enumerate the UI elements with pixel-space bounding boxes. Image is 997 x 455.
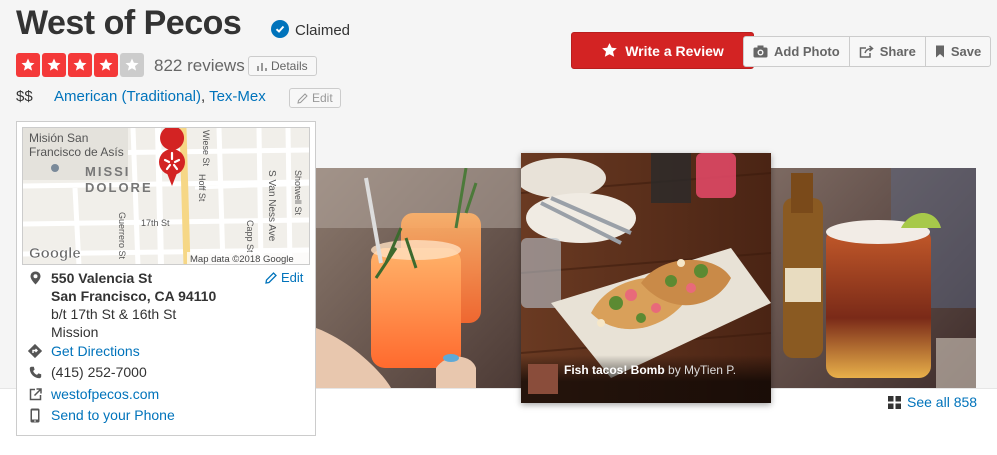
map-attribution: Map data ©2018 Google — [190, 254, 294, 265]
write-review-button[interactable]: Write a Review — [571, 32, 754, 69]
share-button[interactable]: Share — [850, 37, 926, 66]
map-label: DOLORE — [85, 180, 153, 195]
bookmark-icon — [935, 45, 944, 58]
write-review-label: Write a Review — [625, 42, 724, 59]
star-icon — [42, 53, 66, 77]
share-icon — [859, 45, 874, 58]
pencil-icon — [297, 92, 308, 104]
action-button-group: Add Photo Share Save — [743, 36, 992, 67]
star-icon — [68, 53, 92, 77]
grid-icon — [888, 395, 901, 409]
map-marker-icon — [27, 271, 43, 285]
directions-icon — [27, 344, 43, 358]
map-label: MISSI — [85, 164, 130, 179]
caption-text: Fish tacos! Bomb by MyTien P. — [564, 363, 736, 377]
website-link[interactable]: westofpecos.com — [51, 386, 159, 402]
camera-icon — [753, 45, 768, 58]
edit-label: Edit — [312, 91, 333, 105]
star-empty-icon — [120, 53, 144, 77]
save-label: Save — [950, 44, 982, 59]
phone-row: (415) 252-7000 — [27, 364, 147, 380]
photo-cocktails[interactable] — [316, 168, 521, 388]
phone-number: (415) 252-7000 — [51, 364, 147, 380]
map-label: Hoff St — [197, 174, 207, 202]
save-button[interactable]: Save — [926, 37, 990, 66]
photo-fish-tacos[interactable]: Fish tacos! Bomb by MyTien P. — [521, 153, 771, 403]
star-rating — [16, 53, 144, 77]
map-label: 17th St — [141, 218, 170, 228]
pencil-icon — [265, 271, 277, 284]
map-label: S Van Ness Ave — [266, 170, 277, 242]
review-count[interactable]: 822 reviews — [154, 56, 245, 76]
edit-label: Edit — [281, 270, 304, 285]
photo-caption: Fish tacos! Bomb by MyTien P. — [521, 355, 771, 403]
address-line2: San Francisco, CA 94110 — [51, 288, 217, 304]
star-icon — [16, 53, 40, 77]
user-avatar[interactable] — [528, 364, 558, 394]
external-link-icon — [27, 387, 43, 401]
map-label: Misión San — [29, 131, 88, 145]
send-to-phone-row[interactable]: Send to your Phone — [27, 407, 175, 423]
address-line1: 550 Valencia St — [51, 270, 153, 286]
add-photo-label: Add Photo — [774, 44, 840, 59]
business-name: West of Pecos — [16, 4, 242, 42]
share-label: Share — [879, 44, 916, 59]
star-icon — [94, 53, 118, 77]
verified-check-icon — [271, 20, 289, 38]
edit-categories-button[interactable]: Edit — [289, 88, 341, 108]
cross-streets: b/t 17th St & 16th St — [51, 306, 177, 322]
see-all-label: See all 858 — [907, 394, 978, 410]
map-label: Shotwell St — [293, 170, 303, 216]
map-label: Wiese St — [201, 130, 211, 167]
caption-title: Fish tacos! Bomb — [564, 363, 665, 377]
map-label: Francisco de Asís — [29, 145, 124, 159]
send-to-phone-link[interactable]: Send to your Phone — [51, 407, 175, 423]
details-label: Details — [271, 59, 308, 73]
star-icon — [602, 43, 618, 57]
address-block: 550 Valencia St San Francisco, CA 94110 … — [51, 269, 216, 341]
directions-row[interactable]: Get Directions — [27, 343, 140, 359]
details-button[interactable]: Details — [248, 56, 317, 76]
see-all-photos-link[interactable]: See all 858 — [888, 394, 977, 410]
mobile-phone-icon — [27, 408, 43, 423]
category-link[interactable]: American (Traditional) — [54, 88, 201, 105]
phone-icon — [27, 366, 43, 379]
website-row[interactable]: westofpecos.com — [27, 386, 159, 402]
category-link[interactable]: Tex-Mex — [209, 88, 266, 105]
bar-chart-icon — [257, 62, 267, 71]
edit-address-link[interactable]: Edit — [265, 270, 303, 285]
static-map[interactable]: Misión San Francisco de Asís MISSI DOLOR… — [22, 127, 310, 265]
get-directions-link[interactable]: Get Directions — [51, 343, 140, 359]
google-logo: Google — [29, 245, 81, 262]
caption-author[interactable]: by MyTien P. — [668, 363, 736, 377]
category-list: American (Traditional), Tex-Mex — [54, 88, 266, 105]
price-range: $$ — [16, 88, 33, 105]
map-label: Guerrero St — [117, 212, 127, 260]
neighborhood: Mission — [51, 324, 99, 340]
photo-beer-drink[interactable] — [771, 168, 976, 388]
map-label: Capp St — [245, 220, 255, 253]
location-card: Misión San Francisco de Asís MISSI DOLOR… — [16, 121, 316, 436]
add-photo-button[interactable]: Add Photo — [744, 37, 850, 66]
claimed-label: Claimed — [295, 22, 351, 39]
